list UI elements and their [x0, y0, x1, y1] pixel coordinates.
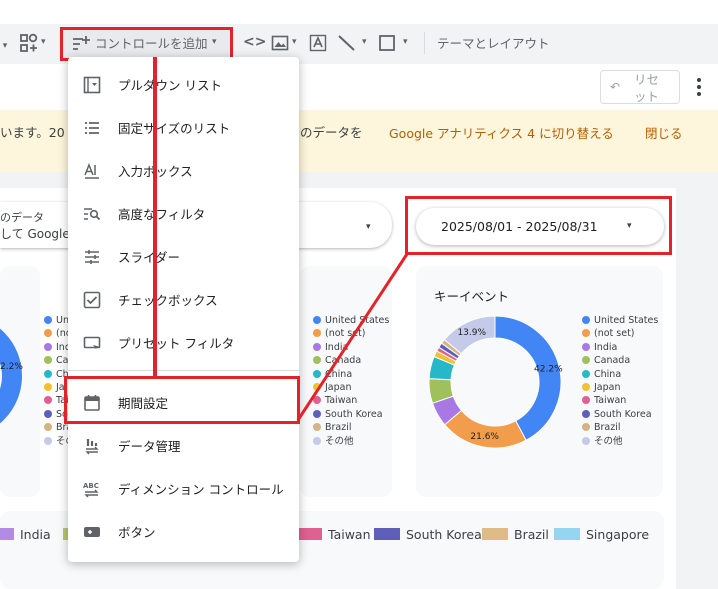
- annotation-connector: [296, 253, 409, 421]
